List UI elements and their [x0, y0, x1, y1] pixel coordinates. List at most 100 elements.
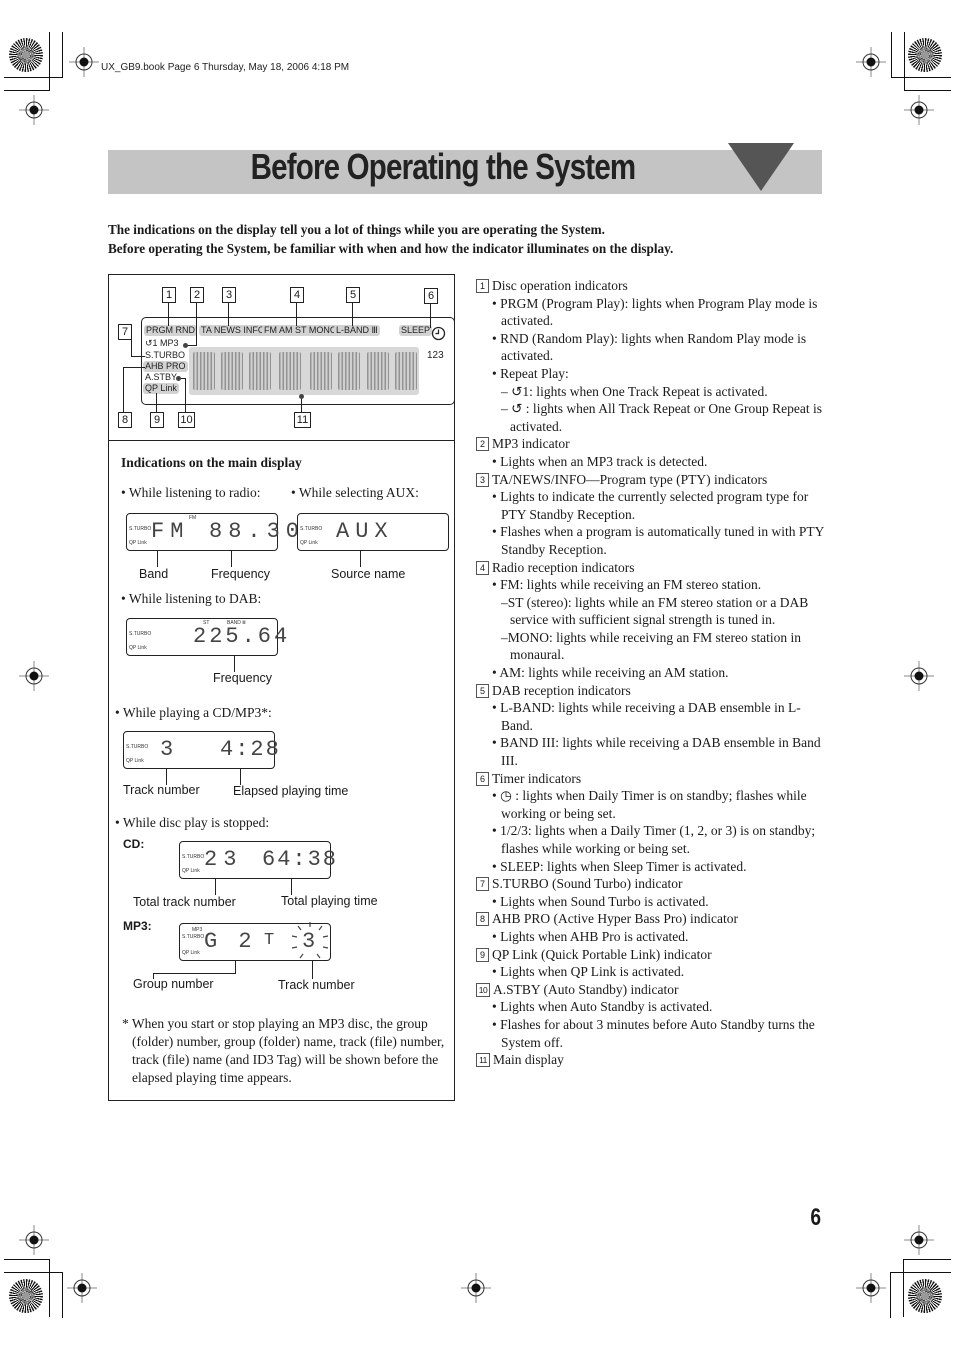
description-bullet: • RND (Random Play): lights when Random … [492, 330, 807, 364]
callout-number-box: 7 [476, 877, 489, 892]
source-readout: AUX [336, 519, 394, 544]
mp3-tag: MP3: [123, 919, 152, 933]
title-bar-corner [791, 150, 822, 194]
caption-source-name: Source name [331, 567, 406, 581]
clock-icon [431, 326, 446, 341]
callout-number-box: 2 [476, 437, 489, 452]
indicator-prgm-rnd: PRGM RND [144, 325, 197, 336]
description-bullet: • Lights to indicate the currently selec… [492, 489, 809, 522]
radio-lcd: FM S.TURBO QP Link FM 88.30 [126, 513, 299, 551]
page-title: Before Operating the System [250, 146, 637, 187]
description-title: Main display [493, 1052, 564, 1068]
main-display-heading: Indications on the main display [121, 455, 302, 470]
down-triangle-icon [728, 143, 794, 191]
group-readout: G 2 [204, 929, 256, 954]
callout-3: 3 [222, 287, 236, 303]
description-heading: 1 Disc operation indicators [476, 277, 826, 295]
description-bullet: • ◷ : lights when Daily Timer is on stan… [492, 788, 807, 821]
track-t-readout: T [264, 931, 281, 950]
display-diagram-panel: 1 2 3 4 5 6 7 8 9 10 11 PRGM RND TA NEWS… [108, 274, 455, 1101]
description-heading: 9 QP Link (Quick Portable Link) indicator [476, 946, 826, 964]
caption-dab-frequency: Frequency [213, 671, 273, 685]
callout-7: 7 [118, 324, 132, 340]
description-bullet: • L-BAND: lights while receiving a DAB e… [492, 700, 801, 733]
description-title: DAB reception indicators [492, 682, 631, 698]
description-title: A.STBY (Auto Standby) indicator [493, 981, 679, 997]
indicator-qp-link: QP Link [143, 383, 179, 394]
flashing-icon [291, 922, 329, 959]
description-title: QP Link (Quick Portable Link) indicator [492, 946, 712, 962]
callout-6: 6 [424, 288, 438, 304]
intro-text: The indications on the display tell you … [108, 220, 673, 258]
elapsed-time-readout: 4:28 [220, 737, 281, 762]
description-title: Disc operation indicators [492, 278, 628, 293]
indicator-fm-am-st-mono: FM AM ST MONO [262, 325, 339, 336]
description-bullet: • BAND III: lights while receiving a DAB… [492, 735, 821, 769]
description-title: Radio reception indicators [492, 559, 635, 575]
frequency-readout: 88.30 [209, 519, 306, 544]
callout-number-box: 1 [476, 279, 489, 293]
registration-starburst-icon [908, 38, 942, 72]
callout-2: 2 [190, 287, 204, 303]
registration-starburst-icon [9, 1279, 43, 1313]
registration-mark-icon [19, 95, 49, 125]
registration-starburst-icon [908, 1279, 942, 1313]
footnote: * When you start or stop playing an MP3 … [122, 1016, 445, 1085]
callout-number-box: 4 [476, 560, 489, 575]
description-bullet: • Lights when AHB Pro is activated. [492, 928, 689, 944]
description-bullet: • Flashes for about 3 minutes before Aut… [492, 1016, 815, 1050]
description-heading: 11 Main display [476, 1051, 826, 1069]
description-heading: 2 MP3 indicator [476, 435, 826, 453]
description-bullet: • Lights when QP Link is activated. [492, 964, 685, 980]
callout-1: 1 [162, 287, 176, 303]
description-subitem: –ST (stereo): lights while an FM stereo … [501, 594, 809, 628]
description-bullet: • FM: lights while receiving an FM stere… [492, 577, 762, 593]
callout-number-box: 8 [476, 912, 489, 927]
intro-line: The indications on the display tell you … [108, 222, 605, 237]
indicator-s-turbo: S.TURBO [145, 350, 186, 360]
mp3-stopped-lcd: MP3 S.TURBO QP Link G 2 T 3 [179, 922, 331, 961]
registration-starburst-icon [9, 38, 43, 72]
description-subitem: – ↺1: lights when One Track Repeat is ac… [501, 383, 768, 399]
description-heading: 6 Timer indicators [476, 770, 826, 788]
description-heading: 3 TA/NEWS/INFO—Program type (PTY) indicat… [476, 471, 826, 489]
registration-mark-icon [67, 1273, 97, 1303]
description-title: TA/NEWS/INFO—Program type (PTY) indicato… [492, 471, 768, 487]
description-bullet: • Lights when Auto Standby is activated. [492, 999, 713, 1015]
indicator-ahb-pro: AHB PRO [143, 361, 188, 372]
callout-number-box: 5 [476, 683, 489, 698]
indicator-repeat-mp3: ↺1 MP3 [145, 338, 179, 348]
caption-frequency: Frequency [211, 567, 271, 581]
description-subitem: – ↺ : lights when All Track Repeat or On… [501, 401, 823, 434]
description-heading: 8 AHB PRO (Active Hyper Bass Pro) indicat… [476, 910, 826, 928]
cd-tag: CD: [123, 837, 145, 851]
indicator-descriptions: 1 Disc operation indicators • PRGM (Progra… [476, 277, 826, 1069]
stopped-label: • While disc play is stopped: [115, 815, 270, 830]
callout-9: 9 [150, 412, 164, 428]
callout-4: 4 [290, 287, 304, 303]
caption-total-playing-time: Total playing time [281, 894, 378, 908]
total-tracks-readout: 23 [204, 847, 243, 872]
registration-mark-icon [19, 1225, 49, 1255]
caption-mp3-track-number: Track number [278, 978, 355, 992]
description-bullet: • Lights when an MP3 track is detected. [492, 453, 708, 469]
callout-8: 8 [118, 412, 132, 428]
description-title: Timer indicators [492, 770, 582, 786]
description-title: MP3 indicator [492, 436, 570, 452]
callout-10: 10 [178, 412, 195, 428]
dab-lcd: ST BAND Ⅲ S.TURBO QP Link 225.64 [126, 618, 287, 656]
description-heading: 5 DAB reception indicators [476, 682, 826, 700]
indicator-ta-news-info: TA NEWS INFO [199, 325, 267, 336]
cd-playing-lcd: S.TURBO QP Link 3 4:28 [123, 731, 279, 769]
cd-stopped-lcd: S.TURBO QP Link 23 64:38 [179, 841, 336, 879]
description-bullet: • Lights when Sound Turbo is activated. [492, 893, 709, 909]
callout-11: 11 [294, 412, 311, 428]
callout-number-box: 6 [476, 771, 489, 786]
description-title: AHB PRO (Active Hyper Bass Pro) indicato… [492, 911, 738, 927]
indicator-a-stby: A.STBY [145, 372, 178, 382]
aux-label: • While selecting AUX: [291, 485, 419, 500]
description-title: S.TURBO (Sound Turbo) indicator [492, 876, 683, 892]
description-subitem: –MONO: lights while receiving an FM ster… [501, 629, 801, 663]
band-readout: FM [151, 519, 190, 544]
intro-line: Before operating the System, be familiar… [108, 241, 674, 256]
